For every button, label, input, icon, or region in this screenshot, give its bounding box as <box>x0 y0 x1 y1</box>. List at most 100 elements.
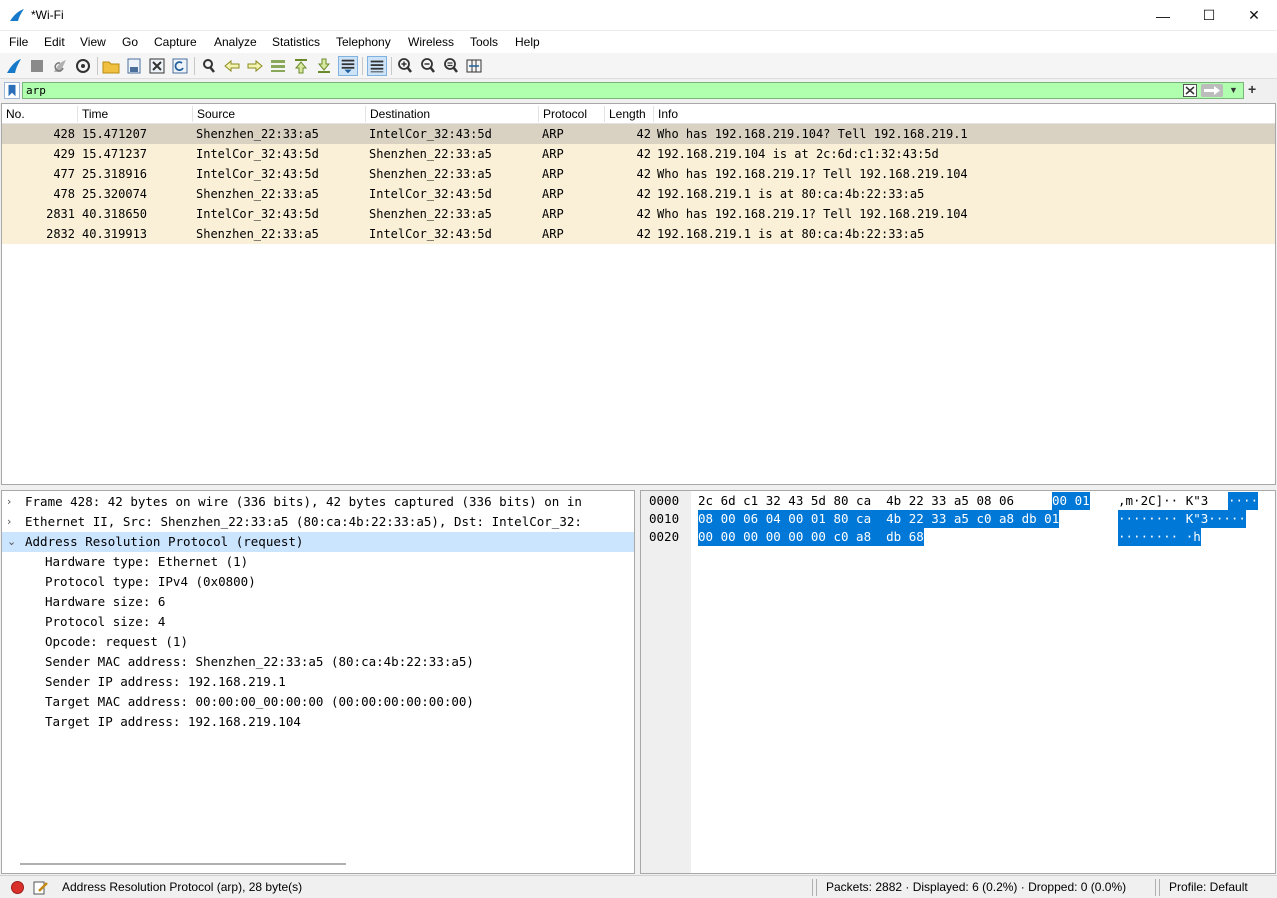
hex-bytes[interactable]: 2c 6d c1 32 43 5d 80 ca 4b 22 33 a5 08 0… <box>698 492 1014 510</box>
column-header-length[interactable]: Length <box>605 106 654 122</box>
packet-bytes-pane: 0000 0010 0020 2c 6d c1 32 43 5d 80 ca 4… <box>640 490 1276 874</box>
clear-filter-icon[interactable] <box>1183 84 1197 97</box>
stop-capture-icon[interactable] <box>27 56 47 76</box>
start-capture-icon[interactable] <box>4 56 24 76</box>
bookmark-icon[interactable] <box>4 82 20 99</box>
tree-item-arp-field[interactable]: Sender IP address: 192.168.219.1 <box>2 672 634 692</box>
display-filter-input[interactable]: arp <box>22 82 1244 99</box>
go-first-icon[interactable] <box>291 56 311 76</box>
packet-row[interactable]: 477 25.318916 IntelCor_32:43:5d Shenzhen_22… <box>2 164 1275 184</box>
menu-analyze[interactable]: Analyze <box>214 35 257 49</box>
tree-item-arp-field[interactable]: Protocol type: IPv4 (0x0800) <box>2 572 634 592</box>
autoscroll-icon[interactable] <box>338 56 358 76</box>
tree-item-frame[interactable]: › Frame 428: 42 bytes on wire (336 bits)… <box>2 492 634 512</box>
tree-item-label: Hardware size: 6 <box>45 594 166 609</box>
tree-item-arp-field[interactable]: Protocol size: 4 <box>2 612 634 632</box>
packet-row[interactable]: 429 15.471237 IntelCor_32:43:5d Shenzhen_22… <box>2 144 1275 164</box>
hex-ascii-selected[interactable]: ········ K"3····· <box>1118 510 1246 528</box>
maximize-button[interactable]: ☐ <box>1186 0 1232 31</box>
apply-filter-icon[interactable] <box>1201 84 1223 97</box>
menu-edit[interactable]: Edit <box>44 35 65 49</box>
menu-help[interactable]: Help <box>515 35 540 49</box>
expert-info-icon[interactable] <box>11 881 24 894</box>
menu-statistics[interactable]: Statistics <box>272 35 320 49</box>
packet-cell-length: 42 <box>636 167 651 181</box>
packet-row[interactable]: 428 15.471207 Shenzhen_22:33:a5 IntelCor_32… <box>2 124 1275 144</box>
capture-options-icon[interactable] <box>73 56 93 76</box>
menu-go[interactable]: Go <box>122 35 138 49</box>
filter-history-dropdown[interactable]: ▼ <box>1229 85 1238 95</box>
tree-item-label: Frame 428: 42 bytes on wire (336 bits), … <box>25 494 582 509</box>
reload-file-icon[interactable] <box>170 56 190 76</box>
menu-file[interactable]: File <box>9 35 28 49</box>
horizontal-scrollbar[interactable] <box>20 863 346 865</box>
column-header-protocol[interactable]: Protocol <box>539 106 605 122</box>
hex-bytes-selected[interactable]: 00 01 <box>1052 492 1090 510</box>
packet-cell-info: 192.168.219.104 is at 2c:6d:c1:32:43:5d <box>657 147 939 161</box>
tree-item-arp-field[interactable]: Opcode: request (1) <box>2 632 634 652</box>
close-button[interactable]: ✕ <box>1231 0 1277 31</box>
tree-item-ethernet[interactable]: › Ethernet II, Src: Shenzhen_22:33:a5 (8… <box>2 512 634 532</box>
minimize-button[interactable]: — <box>1140 0 1186 31</box>
zoom-out-icon[interactable] <box>418 56 438 76</box>
tree-item-label: Address Resolution Protocol (request) <box>25 534 304 549</box>
capture-comment-icon[interactable] <box>33 880 49 895</box>
column-header-no[interactable]: No. <box>2 106 78 122</box>
packet-row[interactable]: 2832 40.319913 Shenzhen_22:33:a5 IntelCor_3… <box>2 224 1275 244</box>
toolbar-separator <box>97 57 98 75</box>
find-packet-icon[interactable] <box>199 56 219 76</box>
status-separator <box>1155 879 1156 896</box>
column-header-info[interactable]: Info <box>654 106 1275 122</box>
menu-view[interactable]: View <box>80 35 106 49</box>
hex-ascii[interactable]: ,m·2C]·· K"3 <box>1118 492 1208 510</box>
restart-capture-icon[interactable] <box>50 56 70 76</box>
hex-bytes-selected[interactable]: 00 00 00 00 00 00 c0 a8 db 68 <box>698 528 924 546</box>
resize-columns-icon[interactable] <box>464 56 484 76</box>
tree-item-arp-field[interactable]: Sender MAC address: Shenzhen_22:33:a5 (8… <box>2 652 634 672</box>
status-profile[interactable]: Profile: Default <box>1169 880 1248 894</box>
colorize-icon[interactable] <box>367 56 387 76</box>
packet-cell-protocol: ARP <box>542 127 564 141</box>
packet-row[interactable]: 478 25.320074 Shenzhen_22:33:a5 IntelCor_32… <box>2 184 1275 204</box>
hex-ascii-selected[interactable]: ···· <box>1228 492 1259 510</box>
go-to-packet-icon[interactable] <box>268 56 288 76</box>
hex-bytes-selected[interactable]: 08 00 06 04 00 01 80 ca 4b 22 33 a5 c0 a… <box>698 510 1060 528</box>
hex-offset: 0010 <box>649 511 680 526</box>
tree-item-arp-field[interactable]: Hardware size: 6 <box>2 592 634 612</box>
expand-arrow-icon[interactable]: › <box>7 492 11 512</box>
tree-item-arp-field[interactable]: Target MAC address: 00:00:00_00:00:00 (0… <box>2 692 634 712</box>
expand-arrow-icon[interactable]: › <box>7 512 11 532</box>
tree-item-arp[interactable]: ⌄ Address Resolution Protocol (request) <box>2 532 634 552</box>
go-last-icon[interactable] <box>314 56 334 76</box>
menu-capture[interactable]: Capture <box>154 35 197 49</box>
hex-offset: 0000 <box>649 493 680 508</box>
packet-cell-info: Who has 192.168.219.104? Tell 192.168.21… <box>657 127 968 141</box>
tree-item-arp-field[interactable]: Target IP address: 192.168.219.104 <box>2 712 634 732</box>
column-header-source[interactable]: Source <box>193 106 366 122</box>
packet-cell-length: 42 <box>636 227 651 241</box>
save-file-icon[interactable] <box>124 56 144 76</box>
packet-list: No. Time Source Destination Protocol Len… <box>1 103 1276 485</box>
column-header-destination[interactable]: Destination <box>366 106 539 122</box>
column-header-time[interactable]: Time <box>78 106 193 122</box>
menu-wireless[interactable]: Wireless <box>408 35 454 49</box>
menu-tools[interactable]: Tools <box>470 35 498 49</box>
go-back-icon[interactable] <box>222 56 242 76</box>
close-file-icon[interactable] <box>147 56 167 76</box>
status-selection-text: Address Resolution Protocol (arp), 28 by… <box>62 880 303 894</box>
menu-telephony[interactable]: Telephony <box>336 35 391 49</box>
add-filter-button[interactable]: + <box>1248 81 1256 97</box>
collapse-arrow-icon[interactable]: ⌄ <box>7 532 16 552</box>
packet-cell-source: IntelCor_32:43:5d <box>196 207 319 221</box>
tree-item-arp-field[interactable]: Hardware type: Ethernet (1) <box>2 552 634 572</box>
go-forward-icon[interactable] <box>245 56 265 76</box>
packet-cell-no: 428 <box>53 127 75 141</box>
packet-cell-source: IntelCor_32:43:5d <box>196 147 319 161</box>
toolbar-separator <box>362 57 363 75</box>
hex-ascii-selected[interactable]: ········ ·h <box>1118 528 1201 546</box>
packet-row[interactable]: 2831 40.318650 IntelCor_32:43:5d Shenzhen_2… <box>2 204 1275 224</box>
packet-cell-source: Shenzhen_22:33:a5 <box>196 127 319 141</box>
open-file-icon[interactable] <box>101 56 121 76</box>
normal-size-icon[interactable] <box>441 56 461 76</box>
zoom-in-icon[interactable] <box>395 56 415 76</box>
